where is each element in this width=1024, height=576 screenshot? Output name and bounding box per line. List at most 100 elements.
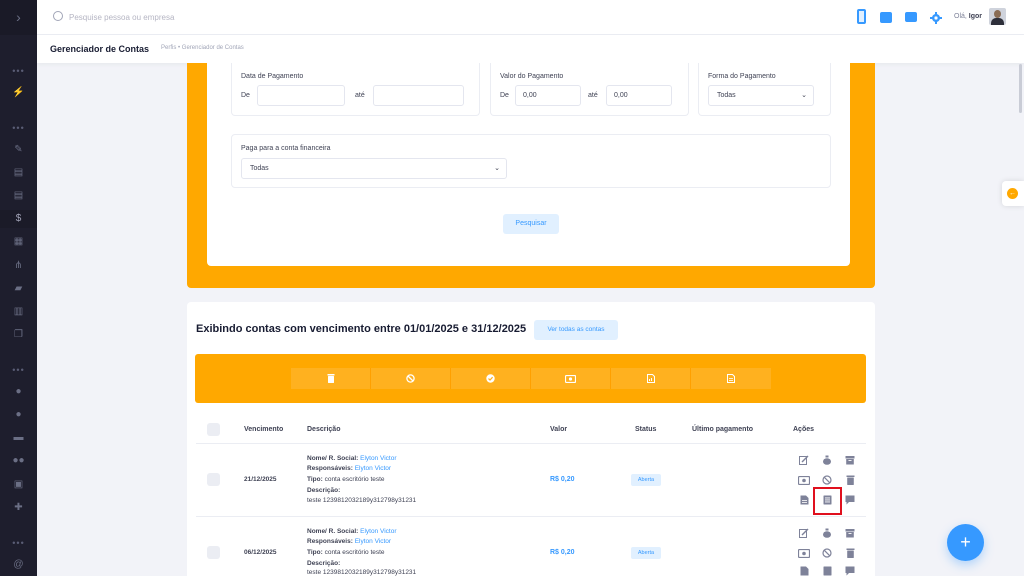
archive-icon[interactable]: [843, 526, 857, 540]
date-to-input[interactable]: [373, 85, 464, 106]
subheader: Gerenciador de Contas Perfis • Gerenciad…: [37, 35, 1024, 63]
gear-icon[interactable]: [930, 11, 944, 25]
see-all-accounts-button[interactable]: Ver todas as contas: [534, 320, 618, 340]
tools-icon[interactable]: ✎: [0, 141, 37, 159]
bulk-delete-button[interactable]: [291, 368, 371, 389]
column-header-description[interactable]: Descrição: [307, 426, 340, 433]
users-icon[interactable]: ●●: [0, 452, 37, 470]
chevron-down-icon: ⌄: [494, 165, 500, 172]
money-bag-icon[interactable]: [820, 526, 834, 540]
name-link[interactable]: Elyton Victor: [360, 455, 396, 462]
row-divider: [196, 443, 866, 444]
value-from-input[interactable]: [515, 85, 581, 106]
archive-icon[interactable]: [843, 453, 857, 467]
folder-icon[interactable]: [880, 12, 892, 23]
chart-icon[interactable]: ▥: [0, 303, 37, 321]
column-header-status[interactable]: Status: [635, 426, 656, 433]
trash-icon[interactable]: [843, 546, 857, 560]
account-value: R$ 0,20: [550, 549, 575, 556]
document-icon[interactable]: ▤: [0, 164, 37, 182]
user-add-icon[interactable]: ●: [0, 406, 37, 424]
bulk-export-button[interactable]: [691, 368, 771, 389]
column-header-due[interactable]: Vencimento: [244, 426, 283, 433]
column-header-last-payment[interactable]: Último pagamento: [692, 426, 753, 433]
bulk-actions-group: [291, 368, 771, 389]
briefcase-icon[interactable]: ▬: [0, 429, 37, 447]
file-text-icon: [727, 374, 735, 383]
name-link[interactable]: Elyton Victor: [360, 528, 396, 535]
money-bag-icon[interactable]: [820, 453, 834, 467]
chevron-right-icon: ›: [16, 9, 21, 25]
section-dots: •••: [12, 365, 25, 375]
side-panel-toggle[interactable]: ←: [1002, 181, 1024, 206]
file-icon[interactable]: [797, 493, 811, 507]
trash-icon: [327, 374, 334, 383]
topbar: Olá, Igor: [37, 0, 1024, 35]
row-divider: [196, 516, 866, 517]
bulk-report-button[interactable]: [611, 368, 691, 389]
arrow-left-icon: ←: [1007, 188, 1018, 199]
comment-icon[interactable]: [843, 493, 857, 507]
to-label: até: [355, 92, 365, 99]
responsible-line: Responsáveis: Elyton Victor: [307, 465, 392, 472]
value-to-input[interactable]: [606, 85, 672, 106]
ban-icon[interactable]: [820, 546, 834, 560]
gift-icon[interactable]: ✚: [0, 499, 37, 517]
responsible-link[interactable]: Elyton Victor: [355, 538, 391, 545]
row-checkbox[interactable]: [207, 473, 220, 486]
id-card-icon[interactable]: ▣: [0, 476, 37, 494]
due-date: 06/12/2025: [244, 549, 277, 556]
mobile-icon[interactable]: [857, 9, 866, 24]
status-badge: Aberta: [631, 547, 661, 559]
at-icon[interactable]: @: [0, 556, 37, 574]
type-line: Tipo: conta escritório teste: [307, 476, 385, 483]
user-greeting[interactable]: Olá, Igor: [954, 13, 982, 20]
sidebar-toggle-button[interactable]: ›: [0, 0, 37, 35]
calendar-icon[interactable]: ▦: [0, 233, 37, 251]
dollar-icon[interactable]: $: [0, 210, 37, 228]
column-header-value[interactable]: Valor: [550, 426, 567, 433]
column-header-actions: Ações: [793, 426, 815, 433]
bolt-icon[interactable]: ⚡: [0, 84, 37, 102]
mail-icon[interactable]: [905, 12, 917, 22]
description-text: teste 1239812032189y312798y31231: [307, 569, 417, 576]
comment-icon[interactable]: [843, 564, 857, 576]
date-from-input[interactable]: [257, 85, 345, 106]
row-checkbox[interactable]: [207, 546, 220, 559]
check-circle-icon: [486, 374, 495, 383]
account-value: R$ 0,20: [550, 476, 575, 483]
cash-icon[interactable]: [797, 546, 811, 560]
account-select[interactable]: Todas ⌄: [241, 158, 507, 179]
payment-value-label: Valor do Pagamento: [500, 73, 564, 80]
avatar[interactable]: [989, 8, 1006, 25]
edit-icon[interactable]: [797, 526, 811, 540]
copy-icon[interactable]: ❐: [0, 326, 37, 344]
name-line: Nome/ R. Social: Elyton Victor: [307, 455, 397, 462]
description-label: Descrição:: [307, 487, 341, 494]
payment-method-select[interactable]: Todas ⌄: [708, 85, 814, 106]
trash-icon[interactable]: [843, 473, 857, 487]
file-icon[interactable]: [797, 564, 811, 576]
user-icon[interactable]: ●: [0, 383, 37, 401]
search-button[interactable]: Pesquisar: [503, 214, 559, 234]
select-all-checkbox[interactable]: [207, 423, 220, 436]
money-icon: [565, 374, 576, 383]
breadcrumb[interactable]: Perfis • Gerenciador de Contas: [161, 45, 244, 51]
accounts-card: [187, 302, 875, 576]
file-icon[interactable]: ▤: [0, 187, 37, 205]
ban-icon[interactable]: [820, 473, 834, 487]
scrollbar-thumb[interactable]: [1019, 64, 1022, 113]
edit-icon[interactable]: [797, 453, 811, 467]
receipt-icon[interactable]: [820, 564, 834, 576]
bulk-cancel-button[interactable]: [371, 368, 451, 389]
name-line: Nome/ R. Social: Elyton Victor: [307, 528, 397, 535]
network-icon[interactable]: ⋔: [0, 257, 37, 275]
folder-icon[interactable]: ▰: [0, 280, 37, 298]
cash-icon[interactable]: [797, 473, 811, 487]
add-account-button[interactable]: +: [947, 524, 984, 561]
user-name: Igor: [968, 13, 983, 20]
bulk-pay-button[interactable]: [531, 368, 611, 389]
responsible-link[interactable]: Elyton Victor: [355, 465, 391, 472]
search-input[interactable]: [69, 8, 369, 26]
bulk-approve-button[interactable]: [451, 368, 531, 389]
